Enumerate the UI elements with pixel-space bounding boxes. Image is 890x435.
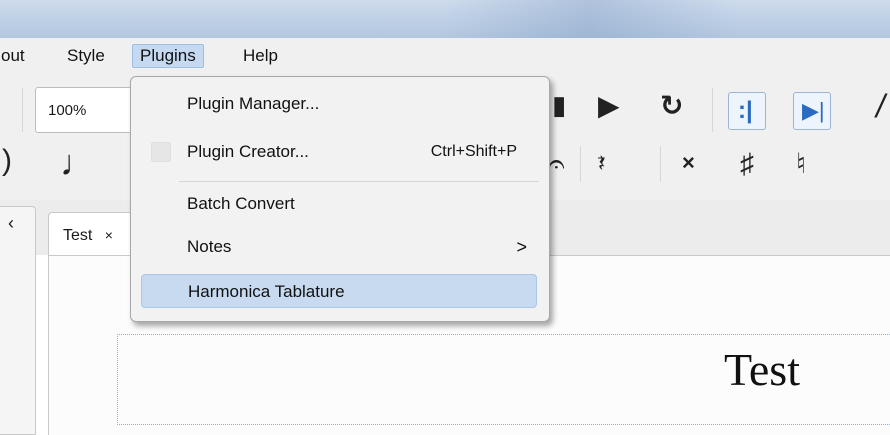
menu-bar: out Style Plugins Help <box>0 38 890 76</box>
toolbar-separator <box>712 88 713 132</box>
titlebar-glow <box>440 0 740 38</box>
pan-score-button[interactable]: ▶| <box>793 92 831 130</box>
menu-item-harmonica-tablature[interactable]: Harmonica Tablature <box>141 274 537 308</box>
play-icon[interactable]: ▶ <box>598 92 620 120</box>
close-icon[interactable]: × <box>105 227 113 243</box>
pan-icon: ▶| <box>802 98 825 123</box>
zoom-value: 100% <box>48 102 87 119</box>
toolbar-separator <box>580 146 581 182</box>
loop-icon[interactable]: ↻ <box>660 92 683 120</box>
menu-layout[interactable]: out <box>0 45 32 67</box>
menu-plugins[interactable]: Plugins <box>132 44 204 68</box>
tab-label: Test <box>63 227 93 244</box>
score-title[interactable]: Test <box>724 342 800 398</box>
zoom-combo[interactable]: 100% <box>35 87 145 133</box>
menu-item-label: Notes <box>187 237 232 256</box>
slur-icon[interactable]: ) <box>2 146 12 176</box>
toolbar-separator <box>660 146 661 182</box>
plugins-menu: Plugin Manager... Plugin Creator... Ctrl… <box>130 76 550 322</box>
menu-item-label: Harmonica Tablature <box>188 282 345 301</box>
menu-item-plugin-creator[interactable]: Plugin Creator... Ctrl+Shift+P <box>141 135 537 169</box>
menu-item-plugin-manager[interactable]: Plugin Manager... <box>141 87 537 121</box>
chevron-left-icon: ‹ <box>8 213 14 233</box>
toolbar-separator <box>22 88 23 132</box>
tie-icon[interactable]: 𝄐 <box>548 150 565 180</box>
metronome-icon[interactable]: / <box>876 90 885 122</box>
menu-item-label: Plugin Creator... <box>187 142 309 161</box>
rewind-icon[interactable]: ▮ <box>552 92 566 118</box>
side-panel-tab[interactable]: ‹ <box>0 206 36 435</box>
repeat-icon: :| <box>738 97 753 124</box>
rest-icon[interactable]: 𝄽̄ <box>598 152 605 176</box>
natural-icon[interactable]: ♮ <box>796 150 806 178</box>
check-icon <box>151 142 171 162</box>
window-titlebar <box>0 0 890 38</box>
menu-style[interactable]: Style <box>60 45 112 67</box>
menu-help[interactable]: Help <box>236 45 285 67</box>
menu-item-label: Plugin Manager... <box>187 94 320 113</box>
menu-item-notes[interactable]: Notes > <box>141 230 537 264</box>
repeat-playback-button[interactable]: :| <box>728 92 766 130</box>
menu-item-shortcut: Ctrl+Shift+P <box>430 143 517 160</box>
menu-item-batch-convert[interactable]: Batch Convert <box>141 187 537 221</box>
sharp-icon[interactable]: ♯ <box>740 150 754 178</box>
chevron-right-icon: > <box>516 237 527 257</box>
menu-item-label: Batch Convert <box>187 194 295 213</box>
menu-separator <box>179 181 539 182</box>
quarter-note-icon[interactable]: ♩ <box>60 145 96 181</box>
double-sharp-icon[interactable]: × <box>682 152 695 174</box>
